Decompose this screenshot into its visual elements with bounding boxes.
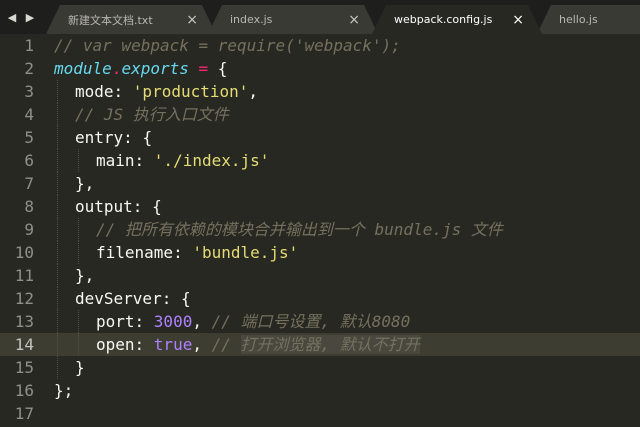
code-line: 16 }; bbox=[0, 379, 640, 402]
code-line: 12 devServer: { bbox=[0, 287, 640, 310]
code-line: 1 // var webpack = require('webpack'); bbox=[0, 34, 640, 57]
tab-scroll-right-icon[interactable]: ▶ bbox=[20, 0, 40, 34]
code-line: 13 port: 3000, // 端口号设置, 默认8080 bbox=[0, 310, 640, 333]
text-selection: 打开浏览器, 默认不打开 bbox=[240, 335, 420, 354]
tab-hello-js[interactable]: hello.js bbox=[537, 5, 640, 34]
line-number: 17 bbox=[14, 404, 34, 423]
line-number: 14 bbox=[14, 335, 34, 354]
code-text: output: { bbox=[75, 197, 162, 216]
code-text: open: true, // 打开浏览器, 默认不打开 bbox=[96, 335, 420, 354]
code-line: 5 entry: { bbox=[0, 126, 640, 149]
code-line: 7 }, bbox=[0, 172, 640, 195]
code-text: port: 3000, // 端口号设置, 默认8080 bbox=[96, 312, 411, 331]
code-line: 11 }, bbox=[0, 264, 640, 287]
close-icon[interactable]: × bbox=[348, 5, 360, 34]
line-number: 3 bbox=[24, 82, 34, 101]
code-text: devServer: { bbox=[75, 289, 191, 308]
code-line: 15 } bbox=[0, 356, 640, 379]
tab-label: hello.js bbox=[559, 13, 598, 26]
code-line: 4 // JS 执行入口文件 bbox=[0, 103, 640, 126]
line-number: 6 bbox=[24, 151, 34, 170]
code-text: filename: 'bundle.js' bbox=[96, 243, 299, 262]
code-text: entry: { bbox=[75, 128, 153, 147]
code-text: }; bbox=[54, 381, 74, 400]
line-number: 11 bbox=[14, 266, 34, 285]
close-icon[interactable]: × bbox=[512, 5, 524, 34]
tab-webpack-config-js[interactable]: webpack.config.js × bbox=[372, 5, 542, 34]
tab-bar: ◀ ▶ 新建文本文档.txt × index.js × hello.js web… bbox=[0, 0, 640, 34]
code-text: } bbox=[75, 358, 85, 377]
editor-window: ◀ ▶ 新建文本文档.txt × index.js × hello.js web… bbox=[0, 0, 640, 427]
line-number: 2 bbox=[24, 59, 34, 78]
line-number: 9 bbox=[24, 220, 34, 239]
code-text: // JS 执行入口文件 bbox=[75, 105, 229, 124]
code-text: module.exports = { bbox=[54, 59, 228, 78]
code-line: 2 module.exports = { bbox=[0, 57, 640, 80]
code-text: mode: 'production', bbox=[75, 82, 259, 101]
close-icon[interactable]: × bbox=[186, 5, 198, 34]
line-number: 1 bbox=[24, 36, 34, 55]
code-line: 17 bbox=[0, 402, 640, 425]
line-number: 16 bbox=[14, 381, 34, 400]
line-number: 15 bbox=[14, 358, 34, 377]
current-code-line: 14 open: true, // 打开浏览器, 默认不打开 bbox=[0, 333, 640, 356]
tab-new-text-doc[interactable]: 新建文本文档.txt × bbox=[46, 5, 216, 34]
tab-scroll-left-icon[interactable]: ◀ bbox=[2, 0, 22, 34]
code-text: }, bbox=[75, 174, 95, 193]
code-text: }, bbox=[75, 266, 95, 285]
code-editor[interactable]: 1 // var webpack = require('webpack'); 2… bbox=[0, 34, 640, 427]
line-number: 8 bbox=[24, 197, 34, 216]
tab-label: 新建文本文档.txt bbox=[68, 13, 153, 27]
line-number: 7 bbox=[24, 174, 34, 193]
code-text: // 把所有依赖的模块合并输出到一个 bundle.js 文件 bbox=[96, 220, 503, 239]
line-number: 12 bbox=[14, 289, 34, 308]
code-line: 8 output: { bbox=[0, 195, 640, 218]
code-text: // var webpack = require('webpack'); bbox=[54, 36, 401, 55]
code-line: 6 main: './index.js' bbox=[0, 149, 640, 172]
line-number: 13 bbox=[14, 312, 34, 331]
code-line: 10 filename: 'bundle.js' bbox=[0, 241, 640, 264]
code-line: 3 mode: 'production', bbox=[0, 80, 640, 103]
line-number: 4 bbox=[24, 105, 34, 124]
tab-index-js[interactable]: index.js × bbox=[208, 5, 378, 34]
code-line: 9 // 把所有依赖的模块合并输出到一个 bundle.js 文件 bbox=[0, 218, 640, 241]
tab-label: webpack.config.js bbox=[394, 13, 493, 26]
code-text: main: './index.js' bbox=[96, 151, 270, 170]
line-number: 5 bbox=[24, 128, 34, 147]
tab-label: index.js bbox=[230, 13, 273, 26]
line-number: 10 bbox=[14, 243, 34, 262]
